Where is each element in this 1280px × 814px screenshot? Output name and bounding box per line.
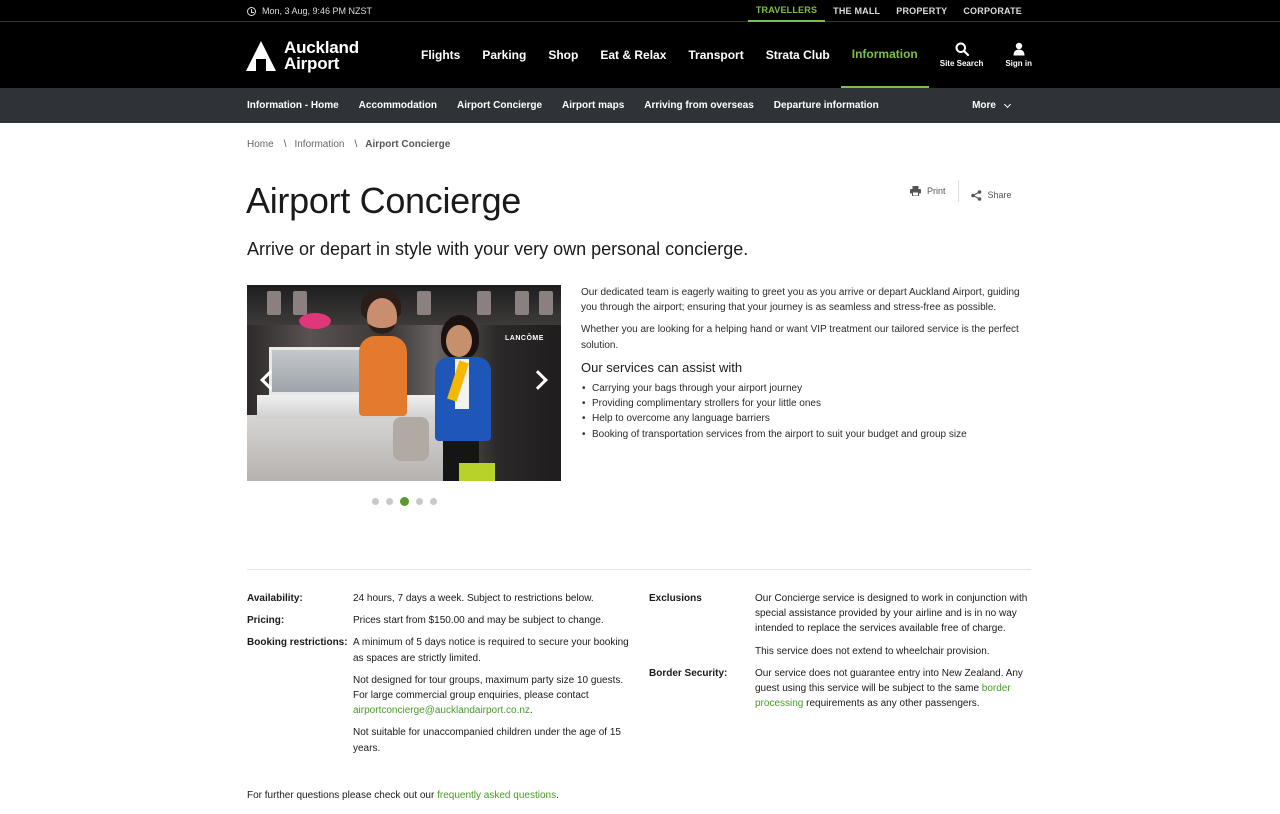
- datetime: Mon, 3 Aug, 9:46 PM NZST: [247, 0, 372, 22]
- main-header: Auckland Airport Flights Parking Shop Ea…: [0, 22, 1280, 88]
- booking-restriction-3: Not suitable for unaccompanied children …: [353, 727, 621, 754]
- exclusions-label: Exclusions: [649, 593, 702, 604]
- nav-information[interactable]: Information: [840, 22, 929, 88]
- share-icon: [970, 189, 981, 201]
- shopping-bag: [459, 463, 495, 481]
- intro-paragraph-1: Our dedicated team is eagerly waiting to…: [581, 287, 1020, 314]
- page-title: Airport Concierge: [246, 180, 522, 221]
- airport-a-logo-icon: [246, 41, 276, 71]
- user-icon: [1013, 42, 1025, 56]
- availability-value: 24 hours, 7 days a week. Subject to rest…: [353, 593, 594, 604]
- print-label: Print: [927, 186, 946, 196]
- print-button[interactable]: Print: [910, 180, 946, 202]
- border-security-label: Border Security:: [649, 667, 728, 679]
- breadcrumb-separator: \: [354, 139, 358, 150]
- subnav-information-home[interactable]: Information - Home: [247, 88, 339, 123]
- faq-note: For further questions please check out o…: [247, 790, 559, 801]
- subnav-airport-concierge[interactable]: Airport Concierge: [457, 88, 542, 123]
- exclusions-text-1: Our Concierge service is designed to wor…: [755, 593, 1028, 635]
- breadcrumb-separator: \: [283, 139, 287, 150]
- logo-line-2: Airport: [284, 54, 340, 73]
- subnav-accommodation[interactable]: Accommodation: [359, 88, 437, 123]
- booking-restriction-2: Not designed for tour groups, maximum pa…: [353, 674, 624, 717]
- concierge-email-link[interactable]: airportconcierge@aucklandairport.co.nz: [353, 705, 530, 716]
- exclusions-text-2: This service does not extend to wheelcha…: [755, 645, 990, 657]
- availability-label: Availability:: [247, 593, 303, 604]
- breadcrumb: Home \ Information \ Airport Concierge: [247, 139, 450, 150]
- site-search-button[interactable]: Site Search: [930, 22, 984, 88]
- clock-icon: [247, 6, 256, 16]
- share-button[interactable]: Share: [970, 184, 1012, 206]
- link-property[interactable]: PROPERTY: [888, 0, 955, 22]
- page-subtitle: Arrive or depart in style with your very…: [247, 239, 749, 259]
- audience-links: TRAVELLERS THE MALL PROPERTY CORPORATE: [747, 0, 1030, 22]
- glass-counter: [257, 395, 437, 419]
- handbag: [393, 417, 429, 461]
- services-heading: Our services can assist with: [581, 359, 743, 375]
- concierge-figure: [427, 315, 497, 481]
- nav-shop[interactable]: Shop: [537, 22, 589, 88]
- list-item: Carrying your bags through your airport …: [581, 381, 1031, 396]
- search-icon: [955, 42, 969, 56]
- header-actions: Site Search Sign in: [930, 22, 1032, 88]
- service-details-right: Exclusions Our Concierge service is desi…: [649, 591, 1031, 718]
- intro-content: Our dedicated team is eagerly waiting to…: [581, 285, 1031, 442]
- nav-flights[interactable]: Flights: [410, 22, 471, 88]
- sign-in-button[interactable]: Sign in: [995, 22, 1032, 88]
- border-security-text: Our service does not guarantee entry int…: [755, 667, 1023, 710]
- nav-transport[interactable]: Transport: [677, 22, 754, 88]
- breadcrumb-current: Airport Concierge: [365, 139, 451, 150]
- printer-icon: [910, 186, 921, 196]
- pricing-value: Prices start from $150.00 and may be sub…: [353, 615, 604, 627]
- booking-restriction-1: A minimum of 5 days notice is required t…: [353, 637, 629, 664]
- subnav-departure-information[interactable]: Departure information: [774, 88, 879, 123]
- link-corporate[interactable]: CORPORATE: [955, 0, 1030, 22]
- sign-in-label: Sign in: [1005, 59, 1032, 68]
- subnav-arriving-from-overseas[interactable]: Arriving from overseas: [644, 88, 754, 123]
- sub-nav: Information - Home Accommodation Airport…: [0, 88, 1280, 123]
- faq-link[interactable]: frequently asked questions: [437, 790, 556, 801]
- link-the-mall[interactable]: THE MALL: [825, 0, 888, 22]
- share-label: Share: [987, 190, 1012, 200]
- service-details-left: Availability: 24 hours, 7 days a week. S…: [247, 591, 632, 763]
- tools-divider: [957, 180, 959, 202]
- list-item: Booking of transportation services from …: [581, 427, 1031, 442]
- carousel-dot-2[interactable]: [386, 498, 393, 505]
- nav-parking[interactable]: Parking: [471, 22, 537, 88]
- page-tools: Print Share: [910, 180, 1012, 206]
- services-list: Carrying your bags through your airport …: [581, 381, 1031, 442]
- main-nav: Flights Parking Shop Eat & Relax Transpo…: [410, 22, 929, 88]
- carousel-dots: [372, 497, 444, 506]
- promo-sign: [299, 313, 331, 329]
- display-screen: [269, 347, 369, 395]
- nav-strata-club[interactable]: Strata Club: [755, 22, 841, 88]
- nav-eat-relax[interactable]: Eat & Relax: [589, 22, 677, 88]
- subnav-airport-maps[interactable]: Airport maps: [562, 88, 624, 123]
- booking-restrictions-label: Booking restrictions:: [247, 637, 348, 649]
- section-divider: [247, 569, 1031, 570]
- subnav-more-dropdown[interactable]: More: [972, 88, 1012, 123]
- carousel-dot-4[interactable]: [416, 498, 423, 505]
- more-label: More: [972, 100, 996, 111]
- link-travellers[interactable]: TRAVELLERS: [747, 0, 826, 22]
- carousel-dot-1[interactable]: [372, 498, 379, 505]
- brand-sign: LANCÔME: [505, 335, 544, 342]
- site-search-label: Site Search: [939, 59, 984, 68]
- carousel-dot-5[interactable]: [430, 498, 437, 505]
- list-item: Providing complimentary strollers for yo…: [581, 396, 1031, 411]
- pricing-label: Pricing:: [247, 615, 285, 627]
- breadcrumb-home[interactable]: Home: [247, 139, 274, 150]
- list-item: Help to overcome any language barriers: [581, 411, 1031, 426]
- utility-bar: Mon, 3 Aug, 9:46 PM NZST TRAVELLERS THE …: [0, 0, 1280, 22]
- intro-paragraph-2: Whether you are looking for a helping ha…: [581, 324, 1019, 351]
- image-carousel: LANCÔME: [247, 285, 561, 481]
- carousel-dot-3-active[interactable]: [400, 497, 409, 506]
- breadcrumb-information[interactable]: Information: [294, 139, 344, 150]
- auckland-airport-logo[interactable]: Auckland Airport: [246, 39, 359, 73]
- datetime-text: Mon, 3 Aug, 9:46 PM NZST: [262, 6, 373, 16]
- chevron-down-icon: [1003, 100, 1012, 108]
